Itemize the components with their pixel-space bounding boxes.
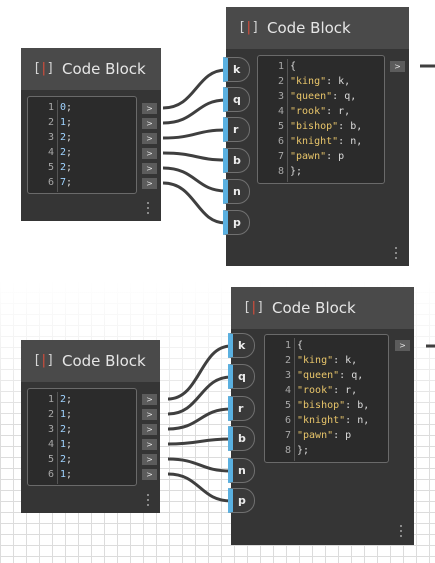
code-editor[interactable]: 1 0; 2 1; 3 2; 4 2; 5 2; 6 7; (27, 96, 137, 194)
output-port-4[interactable]: > (142, 163, 157, 174)
code-editor[interactable]: 1{ 2 "king": k, 3 "queen": q, 4 "rook": r, … (264, 334, 389, 463)
input-port-n[interactable]: n (223, 179, 250, 204)
vertical-dots-icon[interactable] (147, 494, 150, 509)
output-port-5[interactable]: > (142, 469, 157, 480)
output-port-5[interactable]: > (142, 178, 157, 189)
wire (162, 166, 227, 193)
node-header[interactable]: [|] Code Block (231, 287, 414, 329)
node-title: Code Block (62, 60, 146, 78)
wire (162, 128, 227, 140)
output-port-3[interactable]: > (142, 148, 157, 159)
vertical-dots-icon[interactable] (400, 525, 403, 540)
input-port-q[interactable]: q (223, 87, 250, 112)
input-port-r[interactable]: r (223, 117, 250, 142)
code-line: 3 "queen": q, (277, 91, 357, 102)
canvas-top[interactable]: [|] Code Block 1 0; 2 1; 3 2; 4 2; 5 2; 6 7; >… (0, 0, 435, 281)
wire (167, 457, 232, 473)
code-line: 4 1; (47, 439, 73, 450)
output-port-0[interactable]: > (142, 103, 157, 114)
input-port-k[interactable]: k (228, 333, 255, 358)
code-block-icon: [|] (238, 20, 260, 35)
code-block-icon: [|] (33, 61, 55, 76)
vertical-dots-icon[interactable] (395, 247, 398, 262)
input-port-q[interactable]: q (228, 364, 255, 389)
wire (162, 98, 227, 125)
code-line: 3 2; (47, 132, 73, 143)
code-line: 2 1; (47, 117, 73, 128)
code-line: 4 "rook": r, (284, 385, 358, 396)
input-port-p[interactable]: p (228, 488, 255, 513)
vertical-dots-icon[interactable] (147, 202, 150, 217)
code-line: 4 "rook": r, (277, 106, 351, 117)
output-port-2[interactable]: > (142, 424, 157, 435)
code-block-icon: [|] (33, 353, 55, 368)
code-line: 3 "queen": q, (284, 370, 364, 381)
code-line: 5 "bishop": b, (284, 400, 370, 411)
code-editor[interactable]: 1 2; 2 1; 3 2; 4 1; 5 2; 6 1; (27, 388, 137, 486)
wire (167, 437, 232, 446)
code-line: 6 7; (47, 177, 73, 188)
input-port-b[interactable]: b (223, 148, 250, 173)
code-line: 5 2; (47, 454, 73, 465)
input-port-p[interactable]: p (223, 210, 250, 235)
wire (167, 344, 232, 401)
output-port[interactable]: > (390, 61, 405, 72)
node-title: Code Block (272, 299, 356, 317)
code-line: 3 2; (47, 424, 73, 435)
input-port-n[interactable]: n (228, 458, 255, 483)
code-line: 8}; (284, 445, 310, 456)
node-title: Code Block (267, 19, 351, 37)
output-port[interactable]: > (395, 340, 410, 351)
input-port-b[interactable]: b (228, 426, 255, 451)
code-line: 6 "knight": n, (284, 415, 370, 426)
output-port-2[interactable]: > (142, 133, 157, 144)
code-line: 1{ (277, 61, 297, 72)
output-port-1[interactable]: > (142, 118, 157, 129)
wire (162, 151, 227, 162)
code-line: 6 1; (47, 469, 73, 480)
code-editor[interactable]: 1{ 2 "king": k, 3 "queen": q, 4 "rook": r, … (257, 55, 385, 184)
code-line: 2 "king": k, (284, 355, 358, 366)
code-line: 8}; (277, 166, 303, 177)
code-line: 5 2; (47, 162, 73, 173)
code-line: 7 "pawn": p (284, 430, 352, 441)
code-block-node-list[interactable]: [|] Code Block 1 0; 2 1; 3 2; 4 2; 5 2; 6 7; >… (21, 48, 161, 221)
code-block-node-list[interactable]: [|] Code Block 1 2; 2 1; 3 2; 4 1; 5 2; 6 1; >… (21, 340, 160, 513)
output-port-3[interactable]: > (142, 439, 157, 450)
node-header[interactable]: [|] Code Block (21, 340, 160, 382)
input-port-k[interactable]: k (223, 57, 250, 82)
input-port-r[interactable]: r (228, 396, 255, 421)
code-line: 4 2; (47, 147, 73, 158)
output-port-1[interactable]: > (142, 409, 157, 420)
node-header[interactable]: [|] Code Block (226, 7, 409, 49)
code-line: 7 "pawn": p (277, 151, 345, 162)
canvas-bottom[interactable]: [|] Code Block 1 2; 2 1; 3 2; 4 1; 5 2; 6 1; >… (0, 281, 435, 563)
code-line: 1 2; (47, 394, 73, 405)
code-line: 2 1; (47, 409, 73, 420)
node-title: Code Block (62, 352, 146, 370)
code-line: 1 0; (47, 102, 73, 113)
code-line: 2 "king": k, (277, 76, 351, 87)
code-line: 1{ (284, 340, 304, 351)
code-block-node-dictionary[interactable]: [|] Code Block k q r b n p 1{ 2 "king": k… (228, 287, 414, 545)
output-port-4[interactable]: > (142, 454, 157, 465)
node-header[interactable]: [|] Code Block (21, 48, 161, 90)
wire (167, 472, 232, 503)
code-block-icon: [|] (243, 300, 265, 315)
code-line: 6 "knight": n, (277, 136, 363, 147)
output-port-0[interactable]: > (142, 394, 157, 405)
code-line: 5 "bishop": b, (277, 121, 363, 132)
code-block-node-dictionary[interactable]: [|] Code Block k q r b n p 1{ 2 "king": k… (223, 7, 409, 266)
